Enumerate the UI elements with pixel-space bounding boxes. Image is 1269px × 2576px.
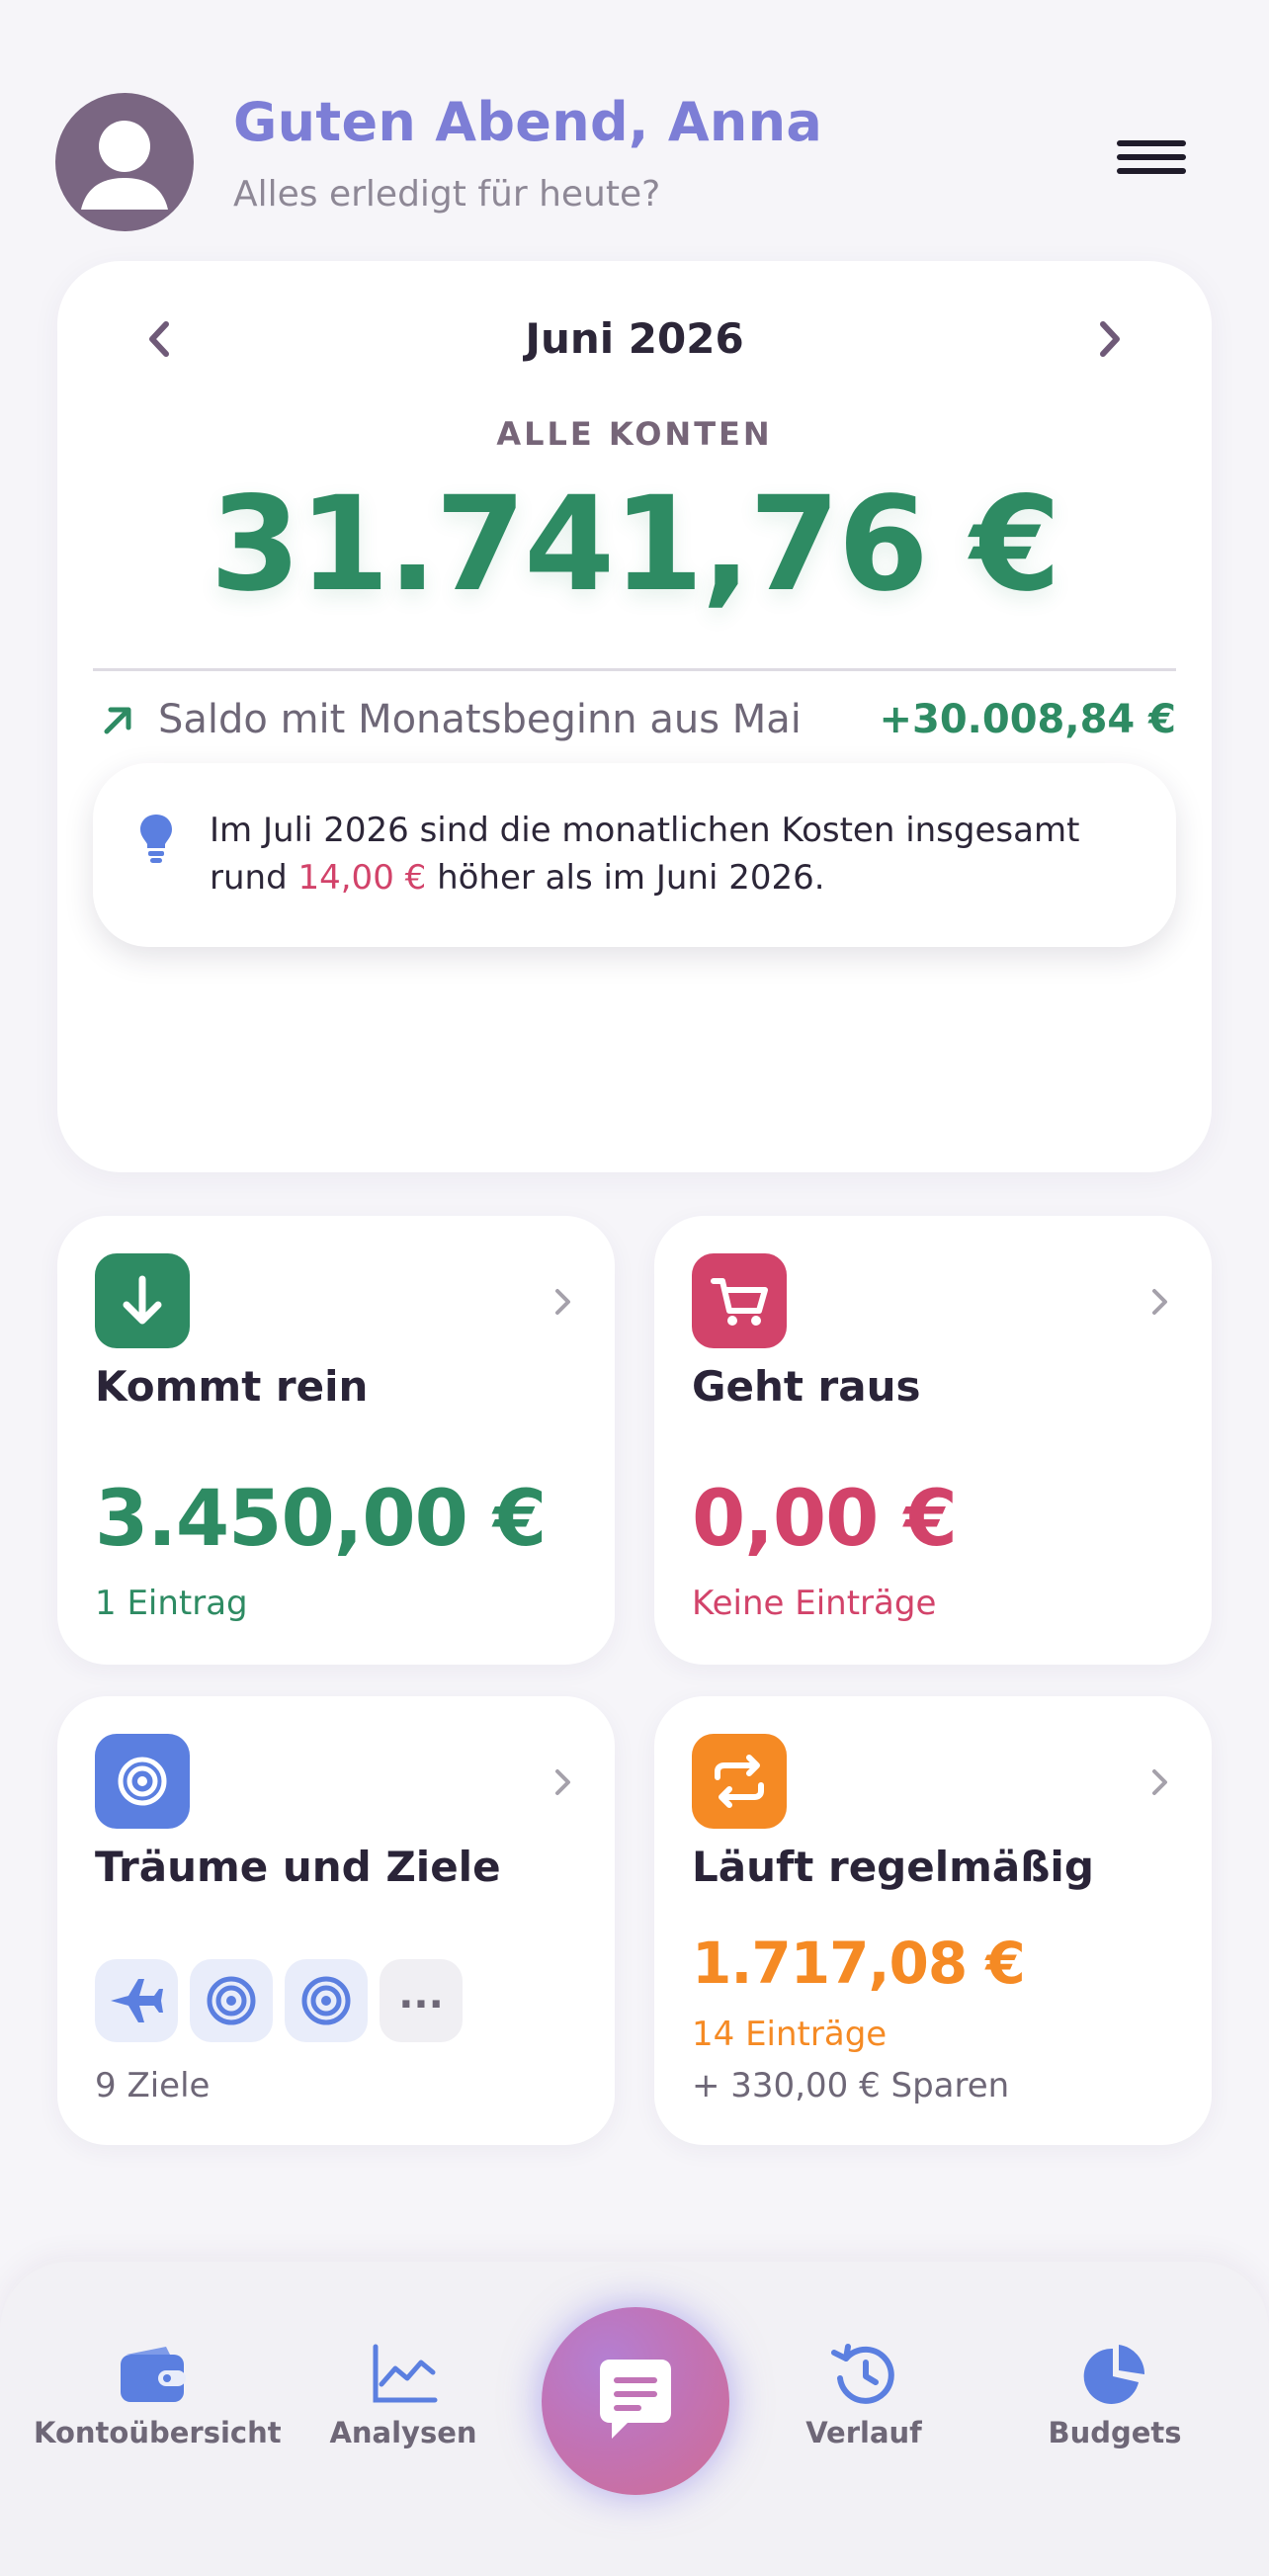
expenses-count: Keine Einträge: [692, 1584, 937, 1623]
goal-chip[interactable]: [285, 1959, 368, 2042]
carryover-label: Saldo mit Monatsbeginn aus Mai: [158, 697, 802, 742]
nav-item-verlauf[interactable]: Verlauf: [745, 2341, 982, 2449]
nav-label: Verlauf: [805, 2416, 922, 2449]
cost-hint-card: Im Juli 2026 sind die monatlichen Kosten…: [93, 763, 1176, 947]
repeat-icon: [692, 1734, 787, 1829]
menu-button[interactable]: [1111, 134, 1190, 180]
chevron-right-icon: [1137, 1279, 1182, 1325]
pie-chart-icon: [1075, 2341, 1154, 2410]
goal-chip[interactable]: [95, 1959, 178, 2042]
goals-count: 9 Ziele: [95, 2066, 211, 2105]
income-tile[interactable]: Kommt rein 3.450,00 € 1 Eintrag: [57, 1216, 615, 1665]
cost-difference: 14,00 €: [297, 858, 427, 898]
recurring-amount: 1.717,08 €: [692, 1930, 1026, 1997]
chevron-right-icon: [540, 1760, 585, 1805]
income-count: 1 Eintrag: [95, 1584, 248, 1623]
goals-tile[interactable]: Träume und Ziele ... 9 Ziele: [57, 1696, 615, 2145]
chat-icon: [600, 2360, 671, 2439]
chevron-right-icon: [540, 1279, 585, 1325]
history-icon: [824, 2341, 903, 2410]
next-month-button[interactable]: [1075, 304, 1144, 374]
total-balance: 31.741,76 €: [210, 469, 1060, 621]
goal-chip[interactable]: [190, 1959, 273, 2042]
recurring-tile[interactable]: Läuft regelmäßig 1.717,08 € 14 Einträge …: [654, 1696, 1212, 2145]
greeting-title: Guten Abend, Anna: [233, 91, 823, 153]
income-title: Kommt rein: [95, 1362, 369, 1411]
user-avatar-icon: [81, 121, 168, 210]
header: Guten Abend, Anna Alles erledigt für heu…: [0, 0, 1269, 257]
divider: [93, 668, 1176, 671]
arrow-down-icon: [95, 1253, 190, 1348]
recurring-savings: + 330,00 € Sparen: [692, 2066, 1010, 2105]
recurring-title: Läuft regelmäßig: [692, 1843, 1094, 1891]
recurring-count: 14 Einträge: [692, 2015, 888, 2054]
greeting-subtitle: Alles erledigt für heute?: [233, 174, 661, 215]
target-icon: [95, 1734, 190, 1829]
income-amount: 3.450,00 €: [95, 1475, 547, 1564]
carryover-value: +30.008,84 €: [879, 697, 1177, 742]
accounts-label: ALLE KONTEN: [496, 415, 773, 453]
arrow-up-right-icon: [95, 696, 142, 743]
nav-label: Budgets: [1048, 2416, 1182, 2449]
nav-item-budgets[interactable]: Budgets: [996, 2341, 1233, 2449]
expenses-title: Geht raus: [692, 1362, 921, 1411]
more-goals-chip[interactable]: ...: [380, 1959, 463, 2042]
nav-label: Kontoübersicht: [34, 2416, 282, 2449]
expenses-amount: 0,00 €: [692, 1475, 958, 1564]
nav-item-kontouebersicht[interactable]: Kontoübersicht: [34, 2341, 282, 2449]
cost-hint-text: Im Juli 2026 sind die monatlichen Kosten…: [210, 811, 1080, 898]
cart-icon: [692, 1253, 787, 1348]
nav-label: Analysen: [329, 2416, 477, 2449]
lightbulb-icon: [136, 811, 176, 866]
month-label: Juni 2026: [525, 314, 744, 363]
bottom-navigation: Kontoübersicht Analysen Verlauf Budgets: [0, 2262, 1269, 2576]
wallet-icon: [113, 2341, 192, 2410]
hamburger-icon: [1117, 140, 1186, 146]
airplane-icon: [111, 1979, 163, 2022]
line-chart-icon: [364, 2341, 443, 2410]
avatar[interactable]: [55, 93, 194, 231]
chat-button[interactable]: [542, 2307, 729, 2495]
balance-card: Juni 2026 ALLE KONTEN 31.741,76 € Saldo …: [57, 261, 1212, 1172]
chevron-right-icon: [1137, 1760, 1182, 1805]
target-icon: [207, 1976, 256, 2025]
nav-item-analysen[interactable]: Analysen: [285, 2341, 522, 2449]
expenses-tile[interactable]: Geht raus 0,00 € Keine Einträge: [654, 1216, 1212, 1665]
chevron-right-icon: [1100, 321, 1120, 357]
target-icon: [301, 1976, 351, 2025]
goals-title: Träume und Ziele: [95, 1843, 501, 1891]
